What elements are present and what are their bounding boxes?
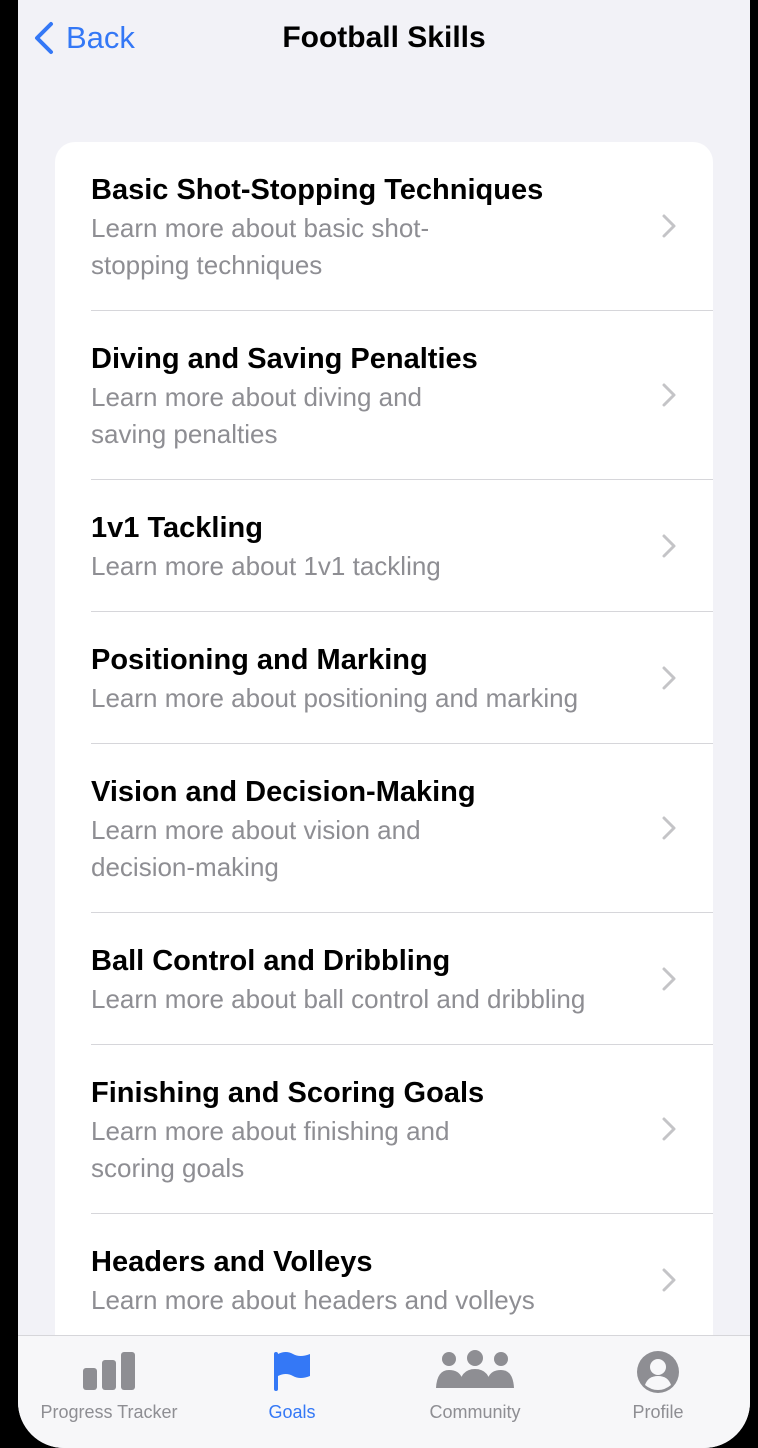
skill-subtitle: Learn more about vision and decision-mak…	[91, 815, 421, 882]
skill-row-basic-shot-stopping[interactable]: Basic Shot-Stopping Techniques Learn mor…	[55, 142, 713, 310]
people-icon	[436, 1350, 514, 1388]
skill-title: Ball Control and Dribbling	[91, 945, 451, 977]
skill-title: Basic Shot-Stopping Techniques	[91, 174, 544, 206]
skill-title: 1v1 Tackling	[91, 512, 263, 544]
tab-profile[interactable]: Profile	[566, 1336, 750, 1448]
bar-chart-icon	[83, 1352, 135, 1390]
skill-title: Finishing and Scoring Goals	[91, 1077, 485, 1109]
skill-subtitle: Learn more about finishing and scoring g…	[91, 1116, 450, 1183]
skill-row-diving-penalties[interactable]: Diving and Saving Penalties Learn more a…	[55, 311, 713, 479]
chevron-right-icon	[662, 816, 676, 840]
skill-subtitle: Learn more about diving and saving penal…	[91, 382, 423, 449]
chevron-right-icon	[662, 967, 676, 991]
skill-row-finishing-scoring[interactable]: Finishing and Scoring Goals Learn more a…	[55, 1045, 713, 1213]
tab-bar: Progress Tracker Goals Community Profile	[18, 1335, 750, 1448]
chevron-right-icon	[662, 666, 676, 690]
page-title: Football Skills	[282, 21, 486, 54]
chevron-right-icon	[662, 214, 676, 238]
skill-subtitle: Learn more about ball control and dribbl…	[91, 984, 586, 1014]
app-screen: Back Football Skills Basic Shot-Stopping…	[18, 0, 750, 1448]
tab-progress-tracker[interactable]: Progress Tracker	[18, 1336, 200, 1448]
navigation-bar: Back Football Skills	[18, 0, 750, 80]
tab-label: Goals	[268, 1402, 316, 1422]
flag-icon	[274, 1352, 310, 1391]
skill-title: Headers and Volleys	[91, 1246, 373, 1278]
skill-row-ball-control[interactable]: Ball Control and Dribbling Learn more ab…	[55, 913, 713, 1044]
skills-list: Basic Shot-Stopping Techniques Learn mor…	[55, 142, 713, 1362]
tab-label: Progress Tracker	[40, 1402, 178, 1422]
skill-subtitle: Learn more about headers and volleys	[91, 1285, 535, 1315]
chevron-right-icon	[662, 383, 676, 407]
skill-title: Vision and Decision-Making	[91, 776, 476, 808]
skill-row-vision-decision[interactable]: Vision and Decision-Making Learn more ab…	[55, 744, 713, 912]
tab-label: Community	[429, 1402, 521, 1422]
chevron-right-icon	[662, 1268, 676, 1292]
chevron-right-icon	[662, 1117, 676, 1141]
tab-goals[interactable]: Goals	[200, 1336, 384, 1448]
skill-title: Positioning and Marking	[91, 644, 428, 676]
person-circle-icon	[637, 1351, 679, 1393]
skill-title: Diving and Saving Penalties	[91, 343, 478, 375]
skill-subtitle: Learn more about positioning and marking	[91, 683, 579, 713]
skill-row-1v1-tackling[interactable]: 1v1 Tackling Learn more about 1v1 tackli…	[55, 480, 713, 611]
tab-label: Profile	[632, 1402, 684, 1422]
skill-subtitle: Learn more about basic shot- stopping te…	[91, 213, 430, 280]
skill-subtitle: Learn more about 1v1 tackling	[91, 551, 441, 581]
tab-community[interactable]: Community	[384, 1336, 566, 1448]
chevron-right-icon	[662, 534, 676, 558]
skill-row-positioning-marking[interactable]: Positioning and Marking Learn more about…	[55, 612, 713, 743]
